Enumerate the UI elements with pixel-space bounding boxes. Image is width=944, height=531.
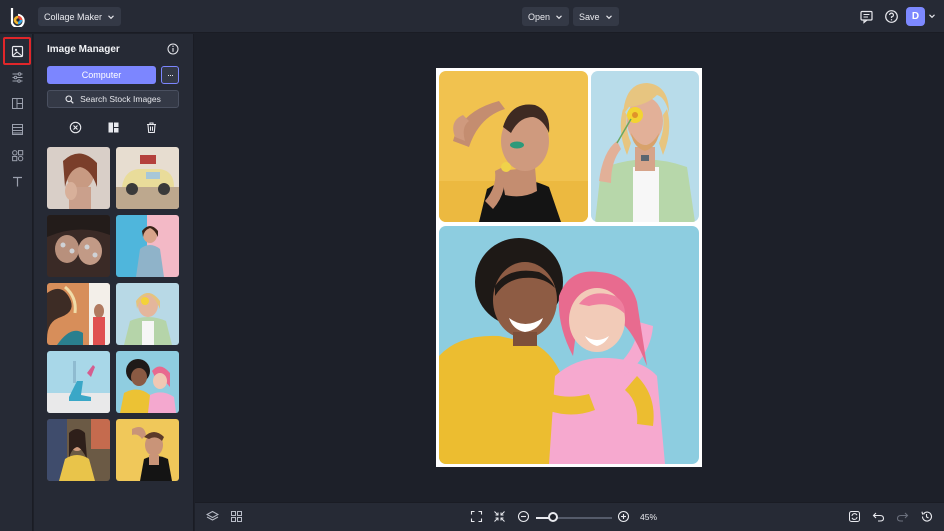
mode-label: Collage Maker xyxy=(44,11,103,22)
image-thumbnail[interactable] xyxy=(47,283,110,345)
open-button[interactable]: Open xyxy=(522,7,570,26)
zoom-percentage[interactable]: 45% xyxy=(640,512,657,522)
chevron-down-icon xyxy=(605,14,612,19)
redo-icon[interactable] xyxy=(894,508,911,525)
zoom-in-icon[interactable] xyxy=(615,508,632,525)
search-stock-images-button[interactable]: Search Stock Images xyxy=(47,90,179,108)
app-logo[interactable] xyxy=(9,7,27,29)
text-icon xyxy=(12,176,22,186)
actual-size-icon[interactable] xyxy=(491,508,508,525)
chevron-down-icon[interactable] xyxy=(928,12,936,20)
collage-cell-top-left[interactable] xyxy=(439,71,588,222)
fit-to-screen-icon[interactable] xyxy=(468,508,485,525)
image-thumbnail[interactable] xyxy=(47,419,110,481)
image-thumbnail[interactable] xyxy=(47,147,110,209)
image-manager-panel: Image Manager Computer ··· Search Stock … xyxy=(34,34,194,531)
background-icon xyxy=(11,123,23,135)
refresh-icon[interactable] xyxy=(846,508,863,525)
grid-view-icon[interactable] xyxy=(228,508,245,525)
undo-icon[interactable] xyxy=(870,508,887,525)
collage-page[interactable] xyxy=(436,68,702,467)
image-thumbnail[interactable] xyxy=(116,147,179,209)
top-bar: Collage Maker Open Save D xyxy=(0,0,944,33)
layers-icon[interactable] xyxy=(204,508,221,525)
help-icon[interactable] xyxy=(883,8,900,25)
image-thumbnail[interactable] xyxy=(116,419,179,481)
image-thumbnail[interactable] xyxy=(116,351,179,413)
layouts-tool[interactable] xyxy=(4,90,30,116)
grid-fill-icon xyxy=(108,122,118,132)
avatar[interactable]: D xyxy=(906,7,925,26)
image-manager-tool[interactable] xyxy=(3,37,31,65)
graphics-tool[interactable] xyxy=(4,142,30,168)
mode-dropdown[interactable]: Collage Maker xyxy=(38,7,122,26)
image-thumbnail[interactable] xyxy=(116,215,179,277)
more-upload-options-button[interactable]: ··· xyxy=(161,66,179,84)
feedback-icon[interactable] xyxy=(858,8,875,25)
zoom-out-icon[interactable] xyxy=(515,508,532,525)
history-icon[interactable] xyxy=(918,508,935,525)
upload-computer-button[interactable]: Computer xyxy=(47,66,156,84)
adjust-tool[interactable] xyxy=(4,64,30,90)
image-thumbnail[interactable] xyxy=(47,351,110,413)
layout-icon xyxy=(11,97,23,109)
trash-icon xyxy=(146,121,156,133)
sliders-icon xyxy=(12,71,22,83)
save-label: Save xyxy=(579,11,600,22)
avatar-initial: D xyxy=(911,11,920,22)
info-icon[interactable] xyxy=(167,43,179,55)
auto-fill-button[interactable] xyxy=(104,118,122,136)
open-label: Open xyxy=(528,11,551,22)
text-tool[interactable] xyxy=(4,168,30,194)
delete-images-button[interactable] xyxy=(142,118,160,136)
save-button[interactable]: Save xyxy=(573,7,619,26)
deselect-all-button[interactable] xyxy=(66,118,84,136)
tool-rail xyxy=(0,34,33,531)
close-circle-icon xyxy=(69,121,81,133)
backgrounds-tool[interactable] xyxy=(4,116,30,142)
collage-cell-bottom[interactable] xyxy=(439,226,699,464)
zoom-slider-handle[interactable] xyxy=(548,512,558,522)
image-thumbnail[interactable] xyxy=(116,283,179,345)
chevron-down-icon xyxy=(108,14,114,19)
panel-title: Image Manager xyxy=(47,44,120,55)
shapes-icon xyxy=(11,149,23,161)
image-thumbnail[interactable] xyxy=(47,215,110,277)
chevron-down-icon xyxy=(556,14,562,19)
search-icon xyxy=(65,94,74,104)
collage-cell-top-right[interactable] xyxy=(591,71,699,222)
image-icon xyxy=(11,45,23,57)
stock-label: Search Stock Images xyxy=(80,94,161,104)
